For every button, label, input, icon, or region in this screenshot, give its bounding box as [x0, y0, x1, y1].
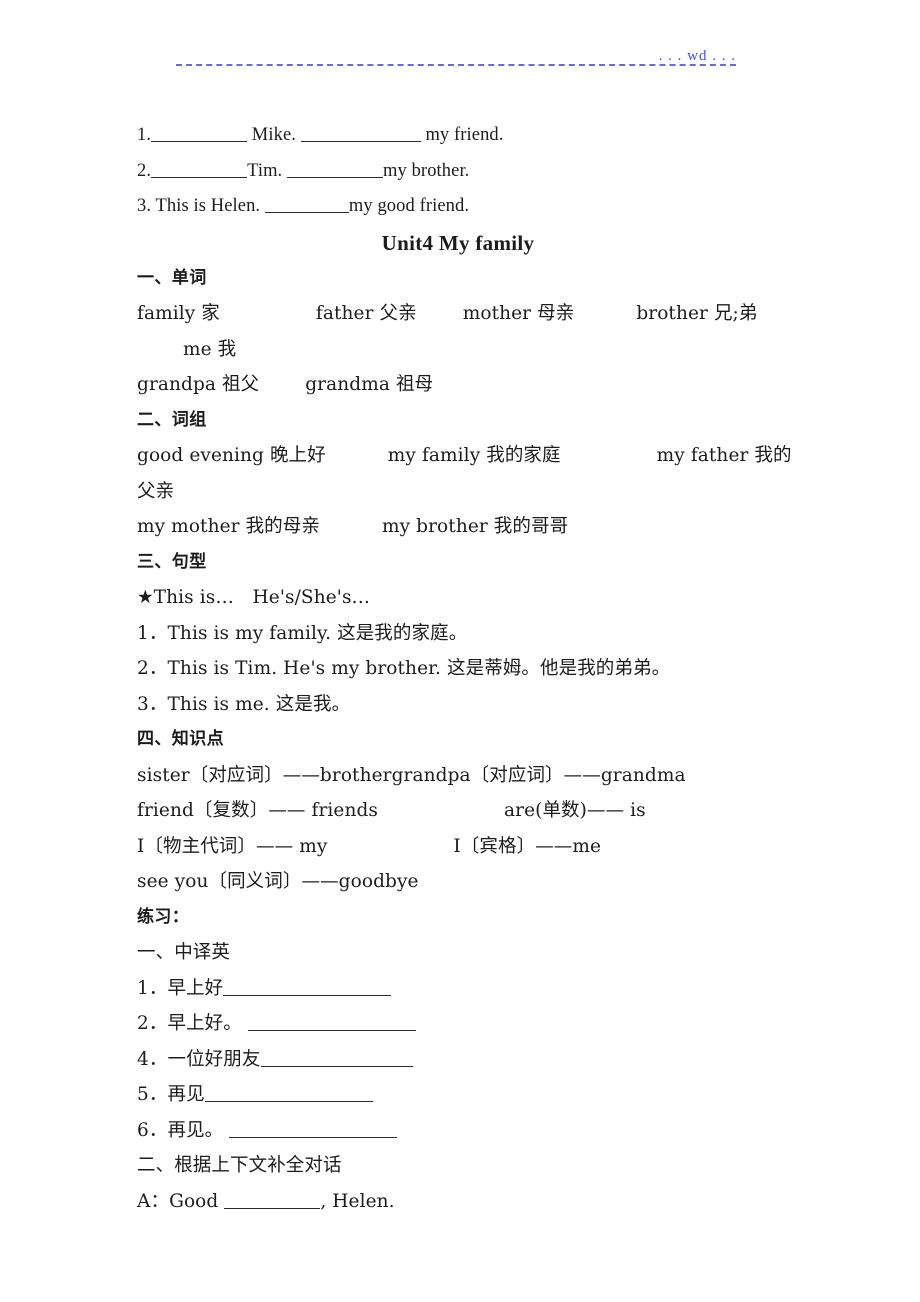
- translation-row: 4．一位好朋友: [137, 1042, 797, 1078]
- phrase-entry: good evening 晚上好: [137, 445, 326, 466]
- phrase-row: my mother 我的母亲 my brother 我的哥哥: [137, 509, 797, 545]
- word-row: family 家 father 父亲 mother 母亲 brother 兄;弟 me …: [137, 296, 797, 367]
- item-number: 3.: [137, 196, 152, 216]
- intro-exercise-row: 3. This is Helen. my good friend.: [137, 189, 797, 225]
- knowledge-left: see you〔同义词〕——goodbye: [137, 871, 419, 892]
- item-number: 6．: [137, 1119, 168, 1141]
- knowledge-row: I〔物主代词〕—— my I〔宾格〕——me: [137, 829, 797, 865]
- pattern-row: 2．This is Tim. He's my brother. 这是蒂姆。他是我…: [137, 651, 797, 687]
- practice-part1-heading: 一、中译英: [137, 942, 231, 963]
- section-heading-practice: 练习：: [137, 906, 190, 927]
- knowledge-left: friend〔复数〕—— friends: [137, 800, 379, 821]
- phrase-row: good evening 晚上好 my family 我的家庭 my father …: [137, 438, 797, 509]
- item-text: 早上好: [167, 977, 224, 999]
- word-entry: mother 母亲: [462, 303, 575, 324]
- item-text: This is Helen.: [151, 196, 265, 216]
- item-text: 再见。: [167, 1119, 230, 1141]
- word-entry: grandma 祖母: [305, 374, 434, 395]
- blank-field[interactable]: [223, 977, 392, 996]
- knowledge-right: are(单数)—— is: [504, 800, 646, 821]
- item-text: my friend.: [420, 125, 504, 145]
- item-number: 2．: [137, 1013, 168, 1034]
- pattern-row: 1．This is my family. 这是我的家庭。: [137, 616, 797, 652]
- header-watermark: . . . wd . . .: [658, 48, 736, 64]
- knowledge-left: sister〔对应词〕——brothergrandpa〔对应词〕——grandm…: [137, 764, 686, 786]
- section-heading-knowledge: 四、知识点: [137, 729, 224, 749]
- pattern-row: 3．This is me. 这是我。: [137, 687, 797, 723]
- dialogue-before: Good: [169, 1190, 225, 1212]
- blank-field[interactable]: [229, 1119, 398, 1138]
- pattern-star-line: ★This is… He's/She's…: [137, 587, 371, 608]
- word-entry: grandpa 祖父: [137, 374, 260, 395]
- blank-field[interactable]: [287, 159, 384, 178]
- word-entry: me 我: [183, 338, 237, 360]
- page-header: . . . wd . . .: [176, 36, 736, 66]
- translation-row: 1．早上好: [137, 971, 797, 1007]
- item-text: my brother.: [383, 160, 470, 181]
- knowledge-left: I〔物主代词〕—— my: [137, 835, 328, 857]
- section-heading-patterns: 三、句型: [137, 551, 207, 572]
- header-divider: [176, 64, 736, 66]
- blank-field[interactable]: [151, 123, 248, 142]
- item-text: Tim.: [247, 160, 288, 181]
- page-title: Unit4 My family: [381, 230, 535, 255]
- dialogue-speaker: A：: [137, 1190, 170, 1212]
- item-text: 一位好朋友: [167, 1048, 261, 1070]
- word-entry: brother 兄;弟: [636, 303, 758, 324]
- item-number: 1．: [137, 622, 168, 644]
- item-number: 1.: [137, 125, 152, 145]
- blank-field[interactable]: [300, 123, 421, 142]
- document-body: 1. Mike. my friend. 2. Tim. my brother. 3…: [137, 118, 797, 1219]
- item-text: 早上好。: [167, 1013, 248, 1034]
- item-number: 1．: [137, 977, 168, 999]
- knowledge-row: sister〔对应词〕——brothergrandpa〔对应词〕——grandm…: [137, 758, 797, 794]
- word-row: grandpa 祖父 grandma 祖母: [137, 367, 797, 403]
- document-page: . . . wd . . . 1. Mike. my friend. 2. Tim…: [0, 0, 920, 1302]
- item-text: This is me. 这是我。: [167, 693, 351, 715]
- blank-field[interactable]: [264, 194, 349, 213]
- translation-row: 5．再见: [137, 1077, 797, 1113]
- dialogue-row: A：Good , Helen.: [137, 1184, 797, 1220]
- item-text: This is Tim. He's my brother. 这是蒂姆。他是我的弟…: [167, 658, 671, 679]
- knowledge-row: see you〔同义词〕——goodbye: [137, 864, 797, 900]
- item-number: 5．: [137, 1084, 168, 1105]
- item-text: my good friend.: [348, 196, 470, 216]
- section-heading-phrases: 二、词组: [137, 409, 207, 430]
- item-number: 3．: [137, 693, 168, 715]
- phrase-entry: my mother 我的母亲: [137, 516, 320, 537]
- blank-field[interactable]: [260, 1048, 413, 1067]
- section-heading-words: 一、单词: [137, 267, 207, 288]
- item-number: 4．: [137, 1048, 168, 1070]
- phrase-entry: my family 我的家庭: [387, 445, 561, 466]
- word-entry: family 家: [137, 303, 220, 324]
- item-text: This is my family. 这是我的家庭。: [167, 622, 468, 644]
- item-text: Mike.: [247, 125, 301, 145]
- item-number: 2.: [137, 160, 152, 181]
- word-entry: father 父亲: [315, 303, 417, 324]
- dialogue-after: , Helen.: [320, 1190, 395, 1212]
- intro-exercise-row: 1. Mike. my friend.: [137, 118, 797, 154]
- blank-field[interactable]: [224, 1190, 321, 1209]
- knowledge-right: I〔宾格〕——me: [453, 835, 602, 857]
- practice-part2-heading: 二、根据上下文补全对话: [137, 1155, 342, 1176]
- translation-row: 6．再见。: [137, 1113, 797, 1149]
- translation-row: 2．早上好。: [137, 1006, 797, 1042]
- blank-field[interactable]: [151, 159, 248, 178]
- blank-field[interactable]: [247, 1012, 416, 1031]
- item-number: 2．: [137, 658, 168, 679]
- knowledge-row: friend〔复数〕—— friends are(单数)—— is: [137, 793, 797, 829]
- intro-exercise-row: 2. Tim. my brother.: [137, 154, 797, 190]
- item-text: 再见: [167, 1084, 205, 1105]
- blank-field[interactable]: [204, 1083, 373, 1102]
- phrase-entry: my brother 我的哥哥: [381, 516, 569, 537]
